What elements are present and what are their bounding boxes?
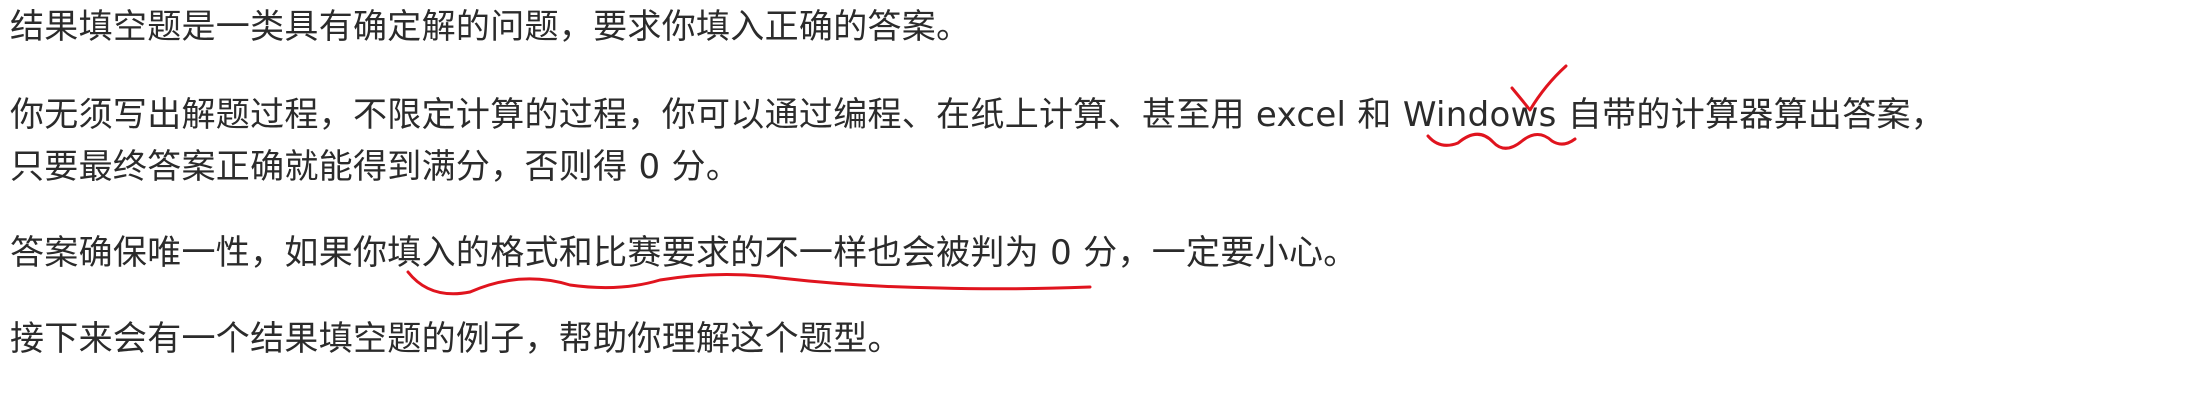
paragraph-example-intro: 接下来会有一个结果填空题的例子，帮助你理解这个题型。: [10, 319, 902, 359]
red-wavy-underline-excel: [1426, 132, 1577, 150]
paragraph-method-line-1: 你无须写出解题过程，不限定计算的过程，你可以通过编程、在纸上计算、甚至用 exc…: [10, 95, 1946, 135]
red-wavy-underline-format-warning: [406, 270, 1092, 296]
paragraph-method-line-2: 只要最终答案正确就能得到满分，否则得 0 分。: [10, 147, 741, 187]
paragraph-uniqueness-warning: 答案确保唯一性，如果你填入的格式和比赛要求的不一样也会被判为 0 分，一定要小心…: [10, 233, 1358, 273]
paragraph-intro: 结果填空题是一类具有确定解的问题，要求你填入正确的答案。: [10, 7, 971, 47]
document-page: 结果填空题是一类具有确定解的问题，要求你填入正确的答案。 你无须写出解题过程，不…: [0, 0, 2208, 417]
